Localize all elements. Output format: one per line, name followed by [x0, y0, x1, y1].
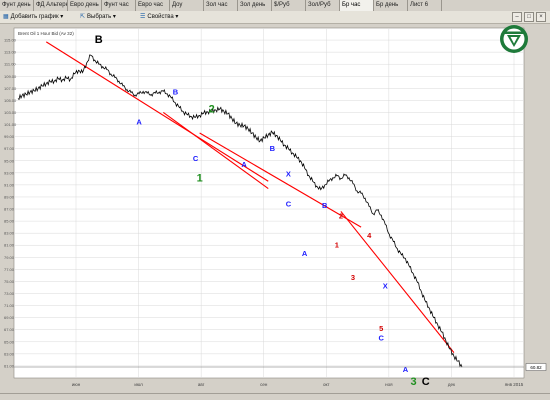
- y-tick-label: 101.00: [4, 122, 17, 127]
- tab-10[interactable]: Бр час: [340, 0, 374, 11]
- tab-5[interactable]: Доу: [170, 0, 204, 11]
- wave-label: B: [322, 201, 328, 210]
- plot-area: [13, 27, 525, 379]
- properties-label: Свойства: [147, 14, 174, 20]
- close-icon[interactable]: ×: [536, 12, 546, 22]
- y-tick-label: 87.00: [4, 207, 15, 212]
- wave-label: 1: [335, 241, 339, 250]
- wave-label: C: [379, 334, 385, 343]
- y-tick-label: 61.00: [4, 363, 15, 368]
- tab-9[interactable]: Зол/Руб: [306, 0, 340, 11]
- wave-label: X: [286, 169, 291, 178]
- wave-label: B: [270, 144, 276, 153]
- wave-label: C: [193, 154, 199, 163]
- tab-3[interactable]: Фунт час: [102, 0, 136, 11]
- y-tick-label: 109.00: [4, 74, 17, 79]
- y-tick-label: 105.00: [4, 98, 17, 103]
- y-tick-label: 95.00: [4, 158, 15, 163]
- select-icon: ⇱: [80, 14, 86, 20]
- y-tick-label: 111.00: [4, 62, 16, 67]
- last-price-label: 60.82: [530, 365, 542, 370]
- y-tick-label: 107.00: [4, 86, 17, 91]
- tab-2[interactable]: Евро день: [68, 0, 102, 11]
- y-tick-label: 63.00: [4, 351, 15, 356]
- y-tick-label: 69.00: [4, 315, 15, 320]
- tab-6[interactable]: Зол час: [204, 0, 238, 11]
- x-tick-label: ноя: [385, 382, 393, 387]
- y-tick-label: 79.00: [4, 255, 15, 260]
- add-chart-label: Добавить график: [10, 14, 59, 20]
- tab-7[interactable]: Зол день: [238, 0, 272, 11]
- wave-label: 2: [339, 212, 343, 221]
- add-chart-button[interactable]: ▦ Добавить график ▾: [3, 12, 63, 22]
- wave-label: 3: [411, 376, 417, 388]
- wave-label: 5: [379, 324, 383, 333]
- x-tick-label: июн: [72, 382, 81, 387]
- y-tick-label: 97.00: [4, 146, 15, 151]
- price-chart-area[interactable]: Brent Oil 1 Hour Bid (Av 32) 115.00 113.0…: [0, 24, 550, 394]
- y-tick-label: 113.00: [4, 50, 17, 55]
- y-tick-label: 67.00: [4, 327, 15, 332]
- add-chart-icon: ▦: [3, 14, 9, 20]
- chart-title: Brent Oil 1 Hour Bid (Av 32): [18, 31, 74, 36]
- wave-label: 2: [209, 103, 215, 115]
- y-tick-label: 65.00: [4, 339, 15, 344]
- tab-8[interactable]: $/Руб: [272, 0, 306, 11]
- tab-12[interactable]: Лист 6: [408, 0, 442, 11]
- y-tick-label: 115.00: [4, 38, 17, 43]
- window-controls: – □ ×: [512, 12, 546, 22]
- y-tick-label: 71.00: [4, 303, 15, 308]
- tab-11[interactable]: Бр день: [374, 0, 408, 11]
- select-label: Выбрать: [87, 14, 112, 20]
- tab-1[interactable]: ФД Альтернатива: [34, 0, 68, 11]
- tab-4[interactable]: Евро час: [136, 0, 170, 11]
- y-tick-label: 75.00: [4, 279, 15, 284]
- y-tick-label: 77.00: [4, 267, 15, 272]
- properties-button[interactable]: ☰ Свойства ▾: [140, 12, 178, 22]
- y-tick-label: 73.00: [4, 291, 15, 296]
- wave-label: A: [136, 118, 142, 127]
- brand-logo: [500, 25, 528, 53]
- wave-label: A: [241, 160, 247, 169]
- wave-label: A: [403, 365, 409, 374]
- maximize-icon[interactable]: □: [524, 12, 534, 22]
- x-tick-label: авг: [198, 382, 205, 387]
- x-tick-label: окт: [323, 382, 330, 387]
- y-tick-label: 93.00: [4, 170, 15, 175]
- y-tick-label: 99.00: [4, 134, 15, 139]
- y-tick-label: 81.00: [4, 243, 15, 248]
- wave-label: A: [302, 249, 308, 258]
- x-tick-label: дек: [448, 382, 455, 387]
- y-tick-label: 91.00: [4, 182, 15, 187]
- y-tick-label: 89.00: [4, 194, 15, 199]
- wave-label: C: [422, 376, 430, 388]
- wave-label: C: [286, 200, 292, 209]
- y-tick-label: 85.00: [4, 219, 15, 224]
- properties-icon: ☰: [140, 14, 146, 20]
- tab-0[interactable]: Фунт день: [0, 0, 34, 11]
- x-tick-label: янв 2015: [505, 382, 524, 387]
- wave-label: 1: [197, 172, 203, 184]
- wave-label: B: [173, 87, 179, 96]
- price-chart[interactable]: Brent Oil 1 Hour Bid (Av 32) 115.00 113.0…: [0, 24, 550, 394]
- x-tick-label: июл: [134, 382, 143, 387]
- select-button[interactable]: ⇱ Выбрать ▾: [80, 12, 116, 22]
- wave-label: 3: [351, 273, 355, 282]
- y-tick-label: 103.00: [4, 110, 17, 115]
- minimize-icon[interactable]: –: [512, 12, 522, 22]
- wave-label: X: [383, 282, 388, 291]
- x-tick-label: сен: [260, 382, 268, 387]
- chart-toolbar: ▦ Добавить график ▾ ⇱ Выбрать ▾ ☰ Свойства …: [0, 11, 550, 24]
- status-bar: [0, 393, 550, 400]
- wave-label: B: [95, 34, 103, 46]
- y-tick-label: 83.00: [4, 231, 15, 236]
